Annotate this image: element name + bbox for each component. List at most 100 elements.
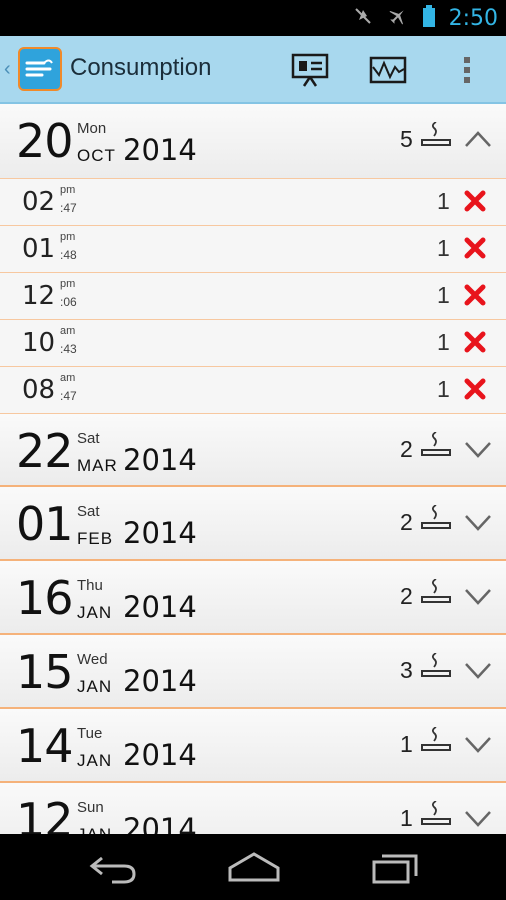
weekday: Sat	[77, 503, 100, 520]
entry-ampm: am	[60, 325, 76, 337]
day-row[interactable]: 14 Tue JAN 2014 1	[0, 709, 506, 783]
entry-hour: 01	[22, 234, 56, 264]
day-count: 1	[400, 805, 413, 831]
day-number: 20	[16, 114, 74, 168]
cigarette-icon	[420, 504, 452, 538]
app-logo-icon[interactable]	[18, 47, 62, 91]
status-bar: 2:50	[0, 0, 506, 36]
day-number: 01	[16, 497, 74, 551]
navigation-bar	[0, 834, 506, 900]
chevron-down-icon[interactable]	[464, 587, 492, 610]
delete-icon[interactable]	[463, 377, 487, 406]
day-count: 2	[400, 583, 413, 609]
day-number: 14	[16, 719, 74, 773]
airplane-icon	[387, 6, 409, 31]
year: 2014	[123, 443, 197, 477]
overflow-menu-button[interactable]	[447, 50, 487, 90]
mute-icon	[353, 6, 373, 31]
entry-hour: 02	[22, 187, 56, 217]
chevron-down-icon[interactable]	[464, 735, 492, 758]
day-row[interactable]: 16 Thu JAN 2014 2	[0, 561, 506, 635]
chevron-down-icon[interactable]	[464, 809, 492, 832]
back-nav-icon[interactable]	[88, 850, 138, 889]
entry-ampm: pm	[60, 231, 76, 243]
weekday: Wed	[77, 651, 108, 668]
cigarette-icon	[420, 652, 452, 686]
day-count: 2	[400, 436, 413, 462]
back-caret-icon[interactable]: ‹	[4, 58, 11, 81]
weekday: Sun	[77, 799, 104, 816]
entry-ampm: am	[60, 372, 76, 384]
day-number: 16	[16, 571, 74, 625]
clock: 2:50	[448, 5, 498, 31]
day-row-expanded[interactable]: 20 Mon OCT 2014 5	[0, 104, 506, 178]
entry-minute: :47	[60, 201, 77, 215]
entry-count: 1	[437, 235, 450, 261]
weekday: Tue	[77, 725, 103, 742]
cigarette-icon	[420, 121, 452, 155]
weekday: Mon	[77, 120, 107, 137]
month: JAN	[77, 677, 113, 696]
day-number: 22	[16, 424, 74, 478]
entry-hour: 12	[22, 281, 56, 311]
month: JAN	[77, 825, 112, 834]
entry-minute: :43	[60, 342, 77, 356]
day-count: 3	[400, 657, 413, 683]
chevron-up-icon[interactable]	[464, 130, 492, 153]
delete-icon[interactable]	[463, 236, 487, 265]
entry-hour: 08	[22, 375, 56, 405]
cigarette-icon	[420, 726, 452, 760]
chevron-down-icon[interactable]	[464, 440, 492, 463]
year: 2014	[123, 590, 197, 624]
entry-minute: :06	[60, 295, 77, 309]
cigarette-icon	[420, 578, 452, 612]
chevron-down-icon[interactable]	[464, 661, 492, 684]
delete-icon[interactable]	[463, 283, 487, 312]
consumption-entry: 01 pm :48 1	[0, 225, 506, 272]
weekday: Sat	[77, 430, 100, 447]
day-number: 12	[16, 793, 74, 834]
consumption-entry: 08 am :47 1	[0, 366, 506, 413]
consumption-list[interactable]: 20 Mon OCT 2014 5 02 pm :47 1 01 pm :48 …	[0, 104, 506, 834]
delete-icon[interactable]	[463, 330, 487, 359]
weekday: Thu	[77, 577, 103, 594]
chart-button[interactable]	[368, 50, 408, 90]
action-bar: ‹ Consumption	[0, 36, 506, 104]
cigarette-icon	[420, 431, 452, 465]
line-chart-icon	[369, 56, 407, 84]
month: FEB	[77, 529, 114, 548]
year: 2014	[123, 664, 197, 698]
more-vertical-icon	[464, 57, 470, 83]
recent-apps-icon[interactable]	[370, 850, 422, 889]
year: 2014	[123, 516, 197, 550]
chevron-down-icon[interactable]	[464, 513, 492, 536]
day-row[interactable]: 15 Wed JAN 2014 3	[0, 635, 506, 709]
presentation-button[interactable]	[290, 50, 330, 90]
entry-minute: :47	[60, 389, 77, 403]
month: JAN	[77, 751, 113, 770]
battery-icon	[422, 4, 435, 32]
day-number: 15	[16, 645, 74, 699]
home-nav-icon[interactable]	[226, 850, 282, 889]
consumption-entry: 10 am :43 1	[0, 319, 506, 366]
day-row[interactable]: 12 Sun JAN 2014 1	[0, 783, 506, 834]
entry-ampm: pm	[60, 184, 76, 196]
entry-minute: :48	[60, 248, 77, 262]
consumption-entry: 02 pm :47 1	[0, 178, 506, 225]
presentation-icon	[291, 53, 329, 87]
entry-ampm: pm	[60, 278, 76, 290]
day-count: 1	[400, 731, 413, 757]
day-count: 5	[400, 126, 413, 152]
month: MAR	[77, 456, 118, 475]
year: 2014	[123, 812, 197, 834]
delete-icon[interactable]	[463, 189, 487, 218]
page-title: Consumption	[70, 54, 212, 81]
day-count: 2	[400, 509, 413, 535]
entry-count: 1	[437, 376, 450, 402]
cigarette-icon	[420, 800, 452, 834]
entry-count: 1	[437, 188, 450, 214]
day-row[interactable]: 22 Sat MAR 2014 2	[0, 413, 506, 487]
year: 2014	[123, 738, 197, 772]
entry-count: 1	[437, 329, 450, 355]
day-row[interactable]: 01 Sat FEB 2014 2	[0, 487, 506, 561]
